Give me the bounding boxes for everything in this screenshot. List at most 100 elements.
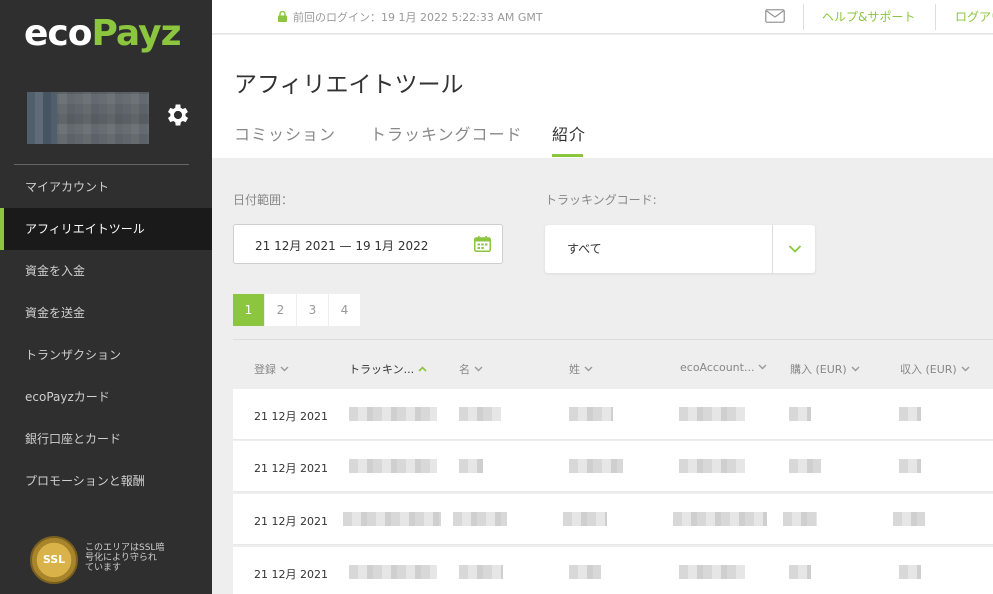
column-header-registration[interactable]: 登録 bbox=[254, 361, 289, 377]
sort-caret-icon bbox=[584, 366, 593, 372]
topbar-divider bbox=[935, 4, 936, 30]
sort-caret-icon bbox=[961, 366, 970, 372]
top-bar: 前回のログイン：19 1月 2022 5:22:33 AM GMT ヘルプ&サポ… bbox=[212, 0, 993, 34]
redacted-cell bbox=[789, 565, 811, 579]
redacted-cell bbox=[349, 407, 437, 421]
table-row[interactable]: 21 12月 2021 bbox=[233, 494, 993, 545]
topbar-divider bbox=[803, 4, 804, 30]
table-top-border bbox=[233, 339, 993, 340]
redacted-cell bbox=[563, 512, 607, 526]
redacted-cell bbox=[789, 407, 811, 421]
registration-date: 21 12月 2021 bbox=[254, 410, 328, 423]
table-row[interactable]: 21 12月 2021 bbox=[233, 547, 993, 594]
page-header: アフィリエイトツール コミッション トラッキングコード 紹介 bbox=[212, 35, 993, 158]
tab-tracking-code[interactable]: トラッキングコード bbox=[370, 121, 523, 145]
chevron-down-icon[interactable] bbox=[788, 244, 802, 254]
sidebar-item-deposit[interactable]: 資金を入金 bbox=[0, 250, 212, 292]
sort-caret-icon bbox=[851, 366, 860, 372]
sidebar-item-ecopayz-card[interactable]: ecoPayzカード bbox=[0, 376, 212, 418]
sort-caret-icon bbox=[474, 366, 483, 372]
ssl-badge-label: SSL bbox=[42, 553, 66, 566]
tracking-code-select[interactable]: すべて bbox=[545, 225, 815, 273]
page-4-button[interactable]: 4 bbox=[329, 294, 361, 326]
sort-caret-icon bbox=[418, 366, 427, 372]
active-tab-indicator bbox=[552, 154, 583, 157]
page-1-button[interactable]: 1 bbox=[233, 294, 265, 326]
ssl-badge: SSL bbox=[30, 536, 78, 584]
column-header-label: 名 bbox=[459, 363, 470, 376]
date-range-value: 21 12月 2021 — 19 1月 2022 bbox=[255, 239, 429, 253]
table-row[interactable]: 21 12月 2021 bbox=[233, 441, 993, 492]
redacted-cell bbox=[893, 512, 925, 526]
sort-caret-icon bbox=[280, 366, 289, 372]
page-3-button[interactable]: 3 bbox=[297, 294, 329, 326]
date-range-label: 日付範囲： bbox=[233, 193, 294, 207]
redacted-cell bbox=[349, 565, 437, 579]
redacted-cell bbox=[459, 407, 501, 421]
redacted-cell bbox=[349, 459, 437, 473]
column-header-last-name[interactable]: 姓 bbox=[569, 361, 593, 377]
registration-date: 21 12月 2021 bbox=[254, 568, 328, 581]
column-header-label: トラッキン... bbox=[349, 363, 415, 376]
redacted-cell bbox=[453, 512, 507, 526]
select-divider bbox=[772, 225, 773, 273]
sidebar-item-promotions[interactable]: プロモーションと報酬 bbox=[0, 460, 212, 502]
sidebar-item-affiliate-tools[interactable]: アフィリエイトツール bbox=[0, 208, 212, 250]
redacted-cell bbox=[899, 565, 921, 579]
tab-referral[interactable]: 紹介 bbox=[552, 121, 586, 145]
tab-commission[interactable]: コミッション bbox=[234, 121, 336, 145]
logout-link[interactable]: ログアウト bbox=[955, 8, 993, 25]
mail-icon[interactable] bbox=[765, 9, 785, 23]
redacted-cell bbox=[679, 565, 745, 579]
column-header-income[interactable]: 収入 (EUR) bbox=[900, 361, 970, 377]
redacted-cell bbox=[343, 512, 441, 526]
logo-payz: Payz bbox=[91, 13, 182, 54]
pagination: 1 2 3 4 bbox=[233, 294, 361, 326]
calendar-icon[interactable] bbox=[474, 236, 491, 252]
tracking-code-label: トラッキングコード: bbox=[545, 193, 657, 207]
last-login-info: 前回のログイン：19 1月 2022 5:22:33 AM GMT bbox=[278, 9, 543, 25]
sort-caret-icon bbox=[758, 364, 767, 370]
sidebar-nav: マイアカウント アフィリエイトツール 資金を入金 資金を送金 トランザクション … bbox=[0, 166, 212, 502]
column-header-first-name[interactable]: 名 bbox=[459, 361, 483, 377]
column-header-label: 購入 (EUR) bbox=[790, 363, 847, 376]
tracking-code-value: すべて bbox=[567, 242, 602, 256]
sidebar-divider bbox=[14, 164, 189, 165]
redacted-cell bbox=[679, 407, 745, 421]
redacted-cell bbox=[673, 512, 767, 526]
sidebar-item-transactions[interactable]: トランザクション bbox=[0, 334, 212, 376]
help-support-link[interactable]: ヘルプ&サポート bbox=[822, 8, 915, 25]
page-2-button[interactable]: 2 bbox=[265, 294, 297, 326]
column-header-tracking-code[interactable]: トラッキン... bbox=[349, 361, 427, 377]
ecopayz-logo[interactable]: ecoPayz bbox=[24, 13, 182, 54]
sidebar-item-my-account[interactable]: マイアカウント bbox=[0, 166, 212, 208]
redacted-cell bbox=[459, 459, 483, 473]
date-range-input[interactable]: 21 12月 2021 — 19 1月 2022 bbox=[233, 224, 503, 264]
registration-date: 21 12月 2021 bbox=[254, 462, 328, 475]
redacted-cell bbox=[569, 565, 601, 579]
column-header-label: 登録 bbox=[254, 363, 276, 376]
last-login-text: 前回のログイン：19 1月 2022 5:22:33 AM GMT bbox=[293, 11, 543, 24]
column-header-ecoaccount[interactable]: ecoAccount... bbox=[680, 361, 767, 374]
column-header-label: 姓 bbox=[569, 363, 580, 376]
sidebar: ecoPayz マイアカウント アフィリエイトツール 資金を入金 資金を送金 ト… bbox=[0, 0, 212, 594]
redacted-cell bbox=[459, 565, 503, 579]
redacted-cell bbox=[679, 459, 745, 473]
column-header-purchase[interactable]: 購入 (EUR) bbox=[790, 361, 860, 377]
redacted-cell bbox=[899, 407, 921, 421]
gear-icon[interactable] bbox=[164, 101, 192, 129]
redacted-cell bbox=[783, 512, 817, 526]
table-row[interactable]: 21 12月 2021 bbox=[233, 389, 993, 440]
page-title: アフィリエイトツール bbox=[234, 72, 464, 98]
redacted-cell bbox=[569, 407, 613, 421]
column-header-label: ecoAccount... bbox=[680, 361, 755, 374]
logo-eco: eco bbox=[24, 13, 92, 54]
redacted-cell bbox=[569, 459, 623, 473]
sidebar-item-bank-and-cards[interactable]: 銀行口座とカード bbox=[0, 418, 212, 460]
redacted-cell bbox=[899, 459, 921, 473]
redacted-cell bbox=[789, 459, 821, 473]
sidebar-item-send-funds[interactable]: 資金を送金 bbox=[0, 292, 212, 334]
ssl-text: このエリアはSSL暗号化により守られています bbox=[85, 543, 165, 573]
lock-icon bbox=[278, 11, 287, 22]
registration-date: 21 12月 2021 bbox=[254, 515, 328, 528]
